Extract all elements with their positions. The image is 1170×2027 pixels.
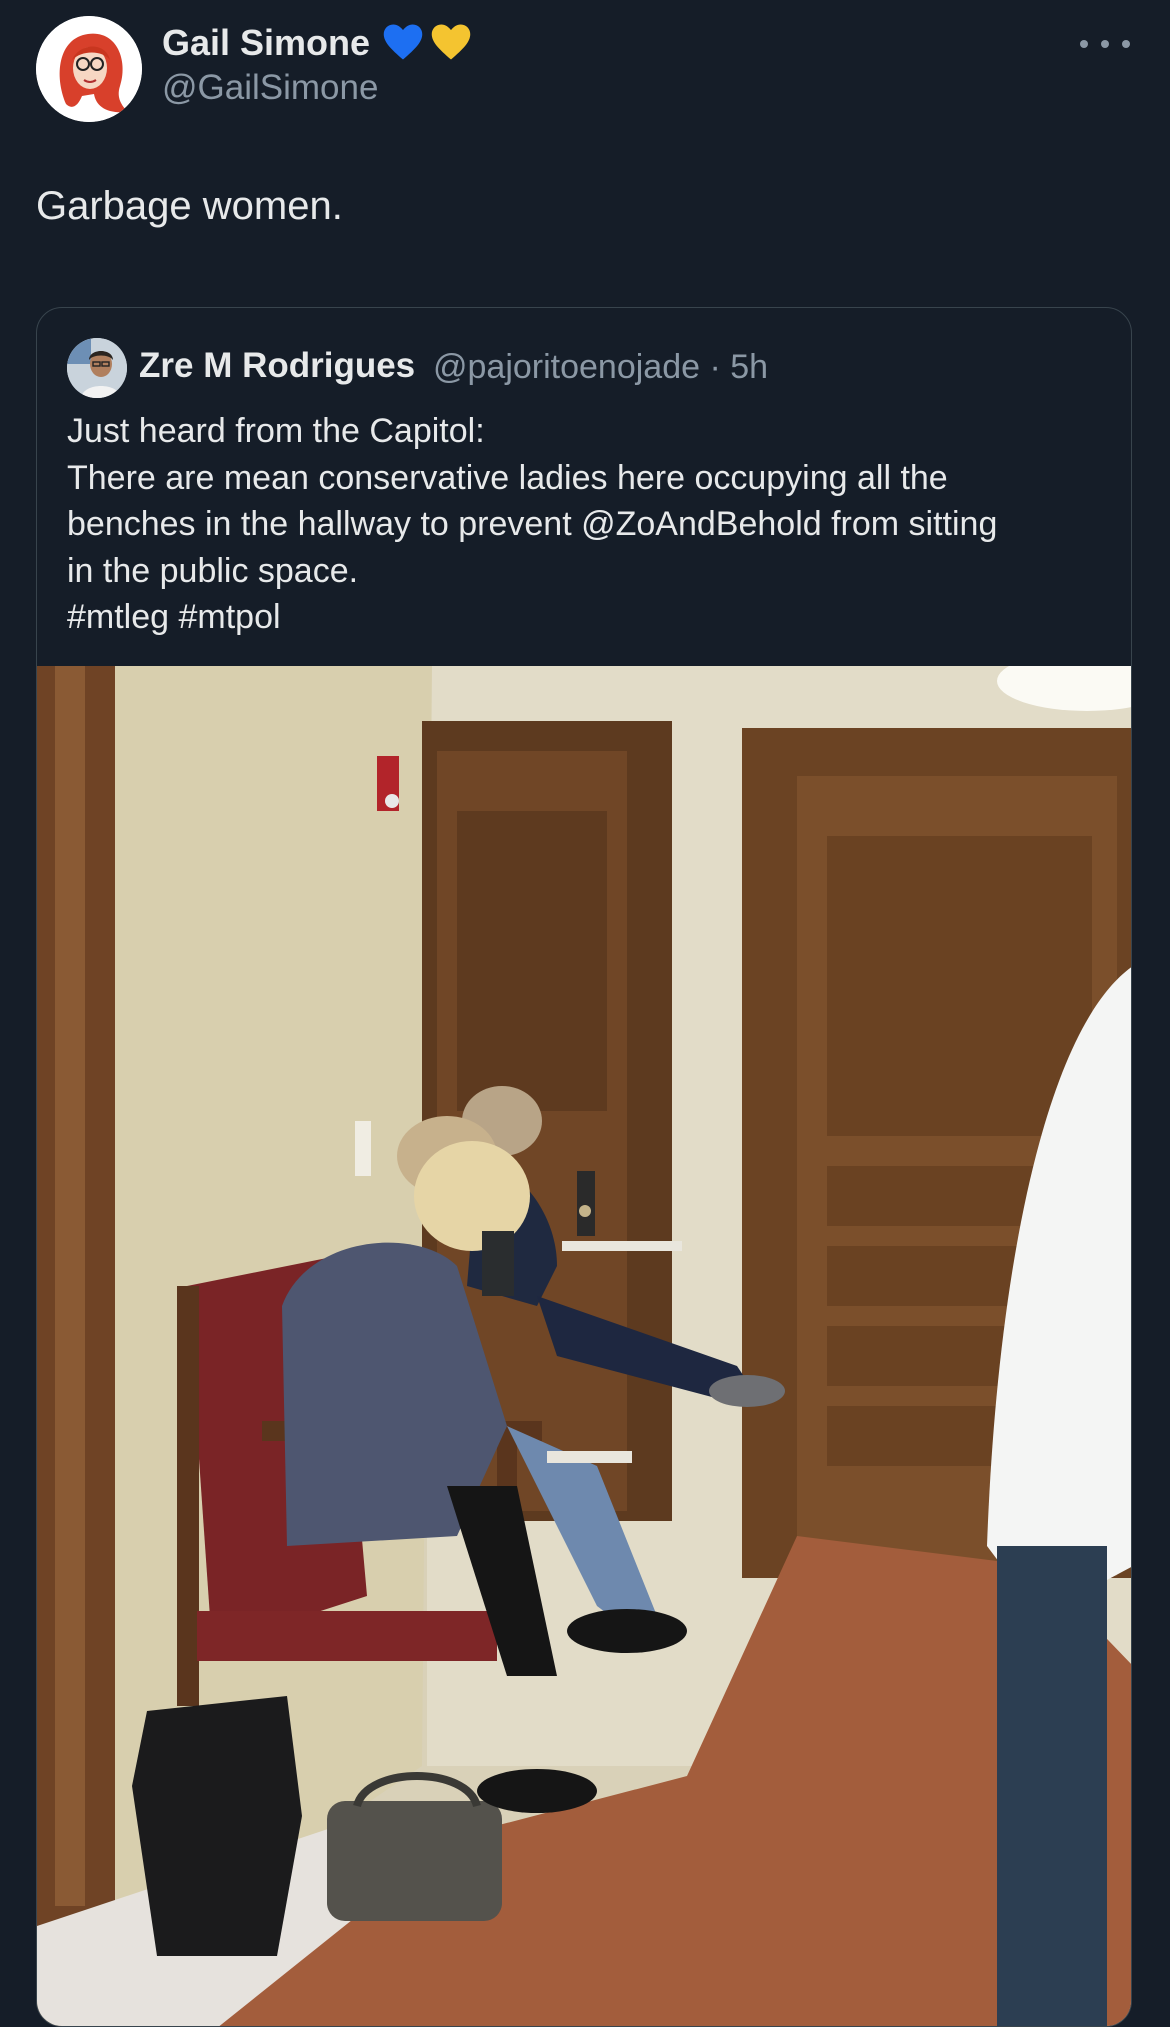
quoted-author-handle[interactable]: @pajoritoenojade [433, 348, 700, 386]
quoted-text-line: in the public space. [67, 551, 359, 590]
more-dot-icon [1101, 40, 1109, 48]
author-badges [382, 22, 472, 62]
author-avatar-illustration [36, 16, 142, 122]
meta-separator: · [700, 348, 731, 386]
quoted-tweet-text: Just heard from the Capitol: There are m… [67, 408, 1107, 641]
quoted-avatar-photo [67, 338, 127, 398]
quoted-text-line: There are mean conservative ladies here … [67, 458, 948, 497]
quoted-tweet-card[interactable]: Zre M Rodrigues @pajoritoenojade · 5h Ju… [36, 307, 1132, 2027]
author-avatar[interactable] [36, 16, 142, 122]
quoted-meta: @pajoritoenojade · 5h [433, 348, 768, 387]
quoted-author-name[interactable]: Zre M Rodrigues [139, 346, 415, 386]
yellow-heart-icon [431, 24, 471, 60]
quoted-author-avatar[interactable] [67, 338, 127, 398]
hallway-photo [37, 666, 1131, 2026]
blue-heart-icon [383, 24, 423, 60]
quoted-text-line: #mtleg #mtpol [67, 598, 281, 636]
quoted-text-line: Just heard from the Capitol: [67, 412, 485, 450]
more-dot-icon [1122, 40, 1130, 48]
author-name[interactable]: Gail Simone [162, 22, 370, 64]
tweet: Gail Simone @GailSimone Garbage women. Z… [0, 0, 1170, 2027]
quoted-timestamp[interactable]: 5h [730, 348, 768, 386]
quoted-tweet-photo[interactable] [37, 666, 1131, 2026]
more-dot-icon [1080, 40, 1088, 48]
tweet-text: Garbage women. [36, 184, 343, 228]
more-options-button[interactable] [1080, 24, 1130, 64]
quoted-text-line: benches in the hallway to prevent @ZoAnd… [67, 505, 998, 543]
author-handle[interactable]: @GailSimone [162, 68, 378, 108]
